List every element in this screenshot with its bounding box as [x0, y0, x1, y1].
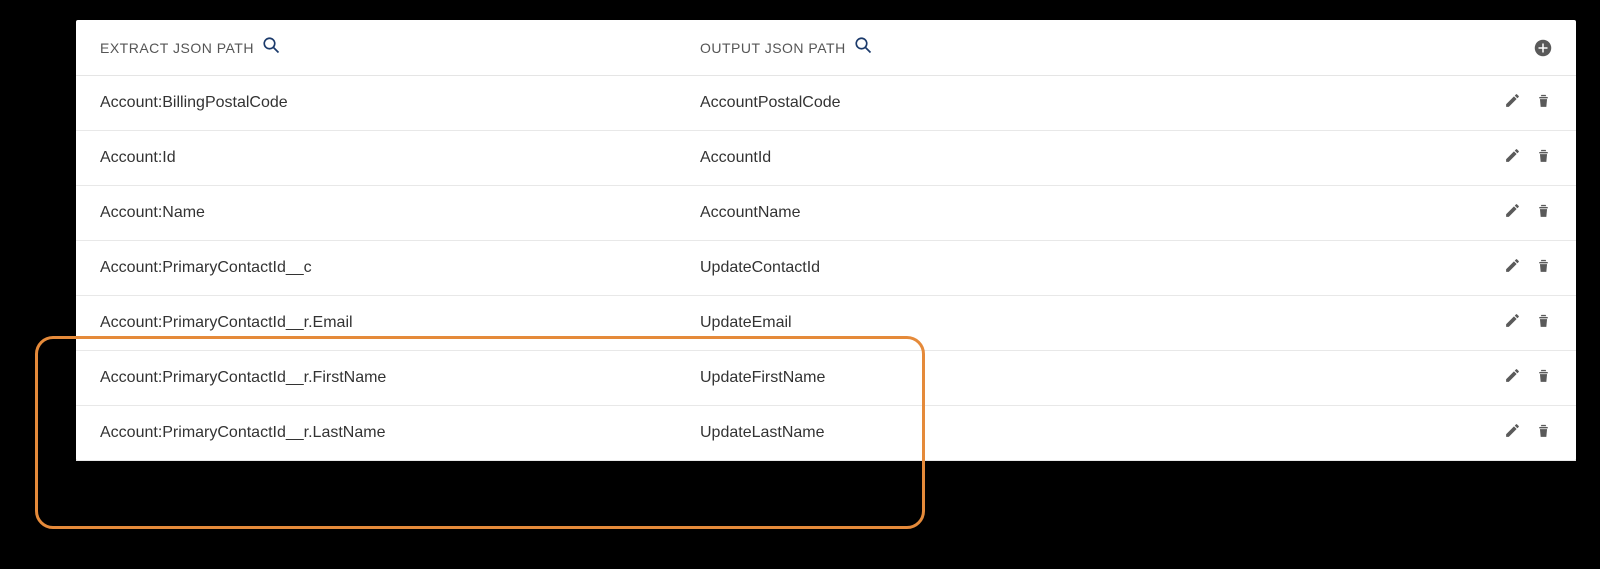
delete-icon[interactable]	[1535, 257, 1552, 279]
row-actions	[1504, 147, 1552, 169]
header-extract-label: EXTRACT JSON PATH	[100, 40, 254, 56]
row-actions	[1504, 257, 1552, 279]
table-row: Account:BillingPostalCode AccountPostalC…	[76, 76, 1576, 131]
output-path-value: AccountName	[700, 204, 1552, 222]
extract-path-value: Account:Id	[100, 149, 700, 167]
delete-icon[interactable]	[1535, 147, 1552, 169]
output-path-value: UpdateLastName	[700, 424, 1552, 442]
output-path-value: UpdateContactId	[700, 259, 1552, 277]
table-row: Account:Name AccountName	[76, 186, 1576, 241]
header-output-label: OUTPUT JSON PATH	[700, 40, 846, 56]
edit-icon[interactable]	[1504, 92, 1521, 114]
row-actions	[1504, 312, 1552, 334]
output-path-value: UpdateEmail	[700, 314, 1552, 332]
edit-icon[interactable]	[1504, 257, 1521, 279]
delete-icon[interactable]	[1535, 92, 1552, 114]
table-row: Account:PrimaryContactId__r.LastName Upd…	[76, 406, 1576, 461]
extract-path-value: Account:PrimaryContactId__r.LastName	[100, 424, 700, 442]
output-path-value: AccountPostalCode	[700, 94, 1552, 112]
edit-icon[interactable]	[1504, 202, 1521, 224]
table-row: Account:Id AccountId	[76, 131, 1576, 186]
header-output-cell: OUTPUT JSON PATH	[700, 36, 1552, 59]
table-header: EXTRACT JSON PATH OUTPUT JSON PATH	[76, 20, 1576, 76]
delete-icon[interactable]	[1535, 422, 1552, 444]
header-extract-cell: EXTRACT JSON PATH	[100, 36, 700, 59]
add-row-button[interactable]	[1534, 39, 1552, 57]
row-actions	[1504, 92, 1552, 114]
delete-icon[interactable]	[1535, 202, 1552, 224]
search-icon[interactable]	[854, 36, 872, 59]
extract-path-value: Account:PrimaryContactId__c	[100, 259, 700, 277]
output-path-value: UpdateFirstName	[700, 369, 1552, 387]
table-row: Account:PrimaryContactId__c UpdateContac…	[76, 241, 1576, 296]
delete-icon[interactable]	[1535, 367, 1552, 389]
extract-path-value: Account:BillingPostalCode	[100, 94, 700, 112]
edit-icon[interactable]	[1504, 147, 1521, 169]
table-row: Account:PrimaryContactId__r.FirstName Up…	[76, 351, 1576, 406]
edit-icon[interactable]	[1504, 367, 1521, 389]
extract-path-value: Account:PrimaryContactId__r.Email	[100, 314, 700, 332]
table-row: Account:PrimaryContactId__r.Email Update…	[76, 296, 1576, 351]
extract-path-value: Account:PrimaryContactId__r.FirstName	[100, 369, 700, 387]
row-actions	[1504, 202, 1552, 224]
edit-icon[interactable]	[1504, 312, 1521, 334]
delete-icon[interactable]	[1535, 312, 1552, 334]
row-actions	[1504, 367, 1552, 389]
row-actions	[1504, 422, 1552, 444]
extract-path-value: Account:Name	[100, 204, 700, 222]
mapping-panel: EXTRACT JSON PATH OUTPUT JSON PATH	[76, 20, 1576, 461]
output-path-value: AccountId	[700, 149, 1552, 167]
edit-icon[interactable]	[1504, 422, 1521, 444]
search-icon[interactable]	[262, 36, 280, 59]
